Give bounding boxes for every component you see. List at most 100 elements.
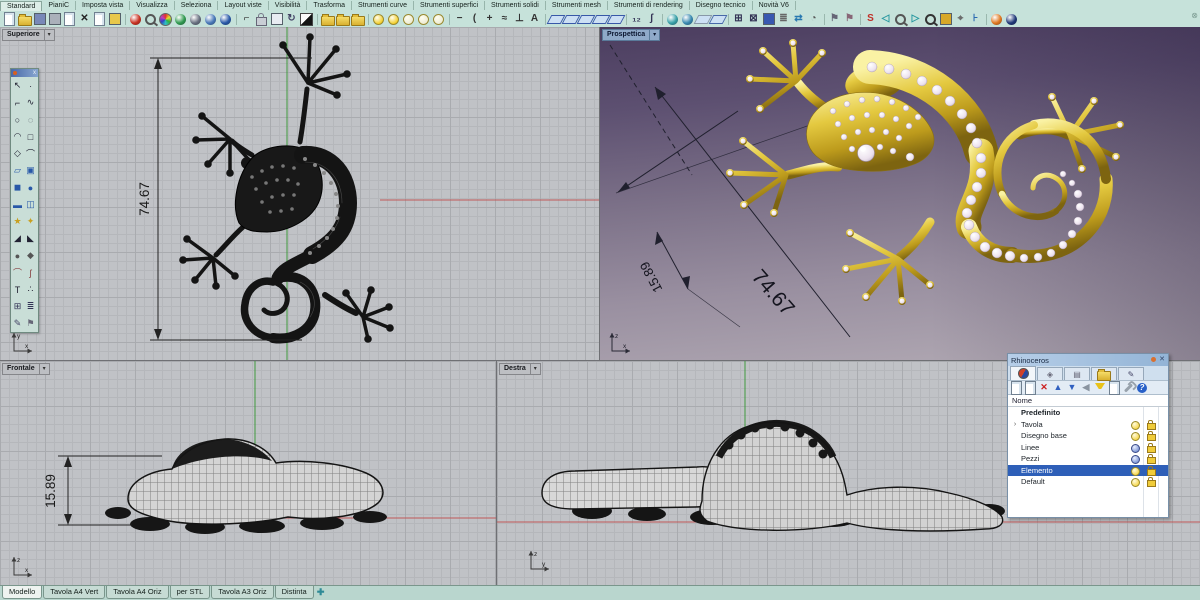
menu-item-strumenti-curve[interactable]: Strumenti curve [352, 1, 414, 10]
grid-snap-icon[interactable]: ⊞ [731, 12, 746, 27]
layer-row-elemento[interactable]: Elemento [1008, 465, 1168, 477]
tool-icon-3[interactable]: ∿ [24, 94, 37, 111]
plane-white-icon[interactable] [695, 12, 710, 27]
tool-icon-28[interactable]: ✎ [11, 315, 24, 332]
tool-icon-23[interactable]: ʃ [24, 264, 37, 281]
viewport-label-superiore[interactable]: Superiore ▾ [2, 29, 55, 41]
render-box-icon[interactable] [938, 12, 953, 27]
history-icon[interactable]: ◔ [806, 12, 821, 27]
lamp-off-1-icon[interactable] [401, 12, 416, 27]
help-icon[interactable]: ? [1135, 381, 1149, 394]
filter-funnel-icon[interactable] [1093, 381, 1107, 394]
tool-icon-19[interactable]: ◣ [24, 230, 37, 247]
main-tool-palette[interactable]: x ↖∙⌐∿○◌◠□◇⌒▱▣◼●▬◫★✦◢◣●◆⌒ʃT∴⊞≣✎⚑ [10, 68, 39, 333]
rhino-options-tab[interactable] [1010, 366, 1036, 380]
layer-expander-icon[interactable]: › [1011, 421, 1019, 428]
hide-objects-icon[interactable] [269, 12, 284, 27]
lock-objects-icon[interactable] [254, 12, 269, 27]
layer-visibility-bulb-icon[interactable] [1131, 432, 1140, 441]
tool-icon-25[interactable]: ∴ [24, 281, 37, 298]
viewport-label-destra[interactable]: Destra ▾ [499, 363, 541, 375]
rendered-viewport-icon[interactable] [218, 12, 233, 27]
tool-icon-6[interactable]: ◠ [11, 128, 24, 145]
tool-icon-15[interactable]: ◫ [24, 196, 37, 213]
add-layout-button[interactable]: ✚ [315, 586, 327, 598]
flag-2-icon[interactable]: ⚑ [842, 12, 857, 27]
tool-icon-22[interactable]: ⌒ [11, 264, 24, 281]
menu-item-layout-viste[interactable]: Layout viste [218, 1, 268, 10]
layer-folder-2-icon[interactable] [335, 12, 350, 27]
layer-visibility-bulb-icon[interactable] [1131, 444, 1140, 453]
solid-cube-icon[interactable] [761, 12, 776, 27]
tool-icon-0[interactable]: ↖ [11, 77, 24, 94]
menu-item-disegno-tecnico[interactable]: Disegno tecnico [690, 1, 753, 10]
polyline-select-icon[interactable]: ⌐ [239, 12, 254, 27]
color-wheel-icon[interactable] [158, 12, 173, 27]
layout-tab-tavola-a4-oriz[interactable]: Tavola A4 Oriz [106, 586, 168, 599]
layer-row-predefinito[interactable]: Predefinito [1008, 407, 1168, 419]
environment-sphere-icon[interactable] [1004, 12, 1019, 27]
material-orange-icon[interactable] [989, 12, 1004, 27]
tool-icon-10[interactable]: ▱ [11, 162, 24, 179]
sphere-teal-1-icon[interactable] [665, 12, 680, 27]
layer-visibility-bulb-icon[interactable] [1131, 421, 1140, 430]
tool-icon-27[interactable]: ≣ [24, 298, 37, 315]
viewport-prospettica[interactable]: 15.89 74.67 [600, 27, 1200, 361]
menu-item-strumenti-solidi[interactable]: Strumenti solidi [485, 1, 546, 10]
surface-plane-2-icon[interactable] [563, 12, 578, 27]
layer-tools-wrench-icon[interactable] [1121, 381, 1135, 394]
viewport-frontale[interactable]: 15.89 z x Frontale ▾ [0, 361, 497, 585]
surface-plane-1-icon[interactable] [548, 12, 563, 27]
surface-plane-3-icon[interactable] [578, 12, 593, 27]
panel-close-icon[interactable]: ✕ [1159, 354, 1165, 366]
tool-icon-29[interactable]: ⚑ [24, 315, 37, 332]
tool-icon-14[interactable]: ▬ [11, 196, 24, 213]
copy-to-clipboard-icon[interactable] [62, 12, 77, 27]
palette-close-icon[interactable]: x [33, 69, 36, 77]
tool-icon-11[interactable]: ▣ [24, 162, 37, 179]
layer-lock-icon[interactable] [1147, 423, 1156, 430]
zoom-out-icon[interactable] [893, 12, 908, 27]
move-layer-up-icon[interactable]: ▲ [1051, 381, 1065, 394]
menu-item-visibilit[interactable]: Visibilità [269, 1, 308, 10]
lamp-on-1-icon[interactable] [371, 12, 386, 27]
surface-plane-5-icon[interactable] [608, 12, 623, 27]
layer-row-default[interactable]: Default [1008, 476, 1168, 488]
viewport-superiore[interactable]: 74.67 y x Superiore ▾ [0, 27, 600, 361]
layer-lock-icon[interactable] [1147, 434, 1156, 441]
layout-tab-tavola-a3-oriz[interactable]: Tavola A3 Oriz [211, 586, 273, 599]
delete-icon[interactable]: ✕ [77, 12, 92, 27]
toolbar-close-icon[interactable]: ⊗ [1191, 11, 1198, 20]
layer-row-disegno-base[interactable]: Disegno base [1008, 430, 1168, 442]
close-window-icon[interactable]: ⊠ [746, 12, 761, 27]
gecko-model-front-view[interactable] [105, 439, 387, 534]
offset-curve-icon[interactable]: − [452, 12, 467, 27]
lamp-off-3-icon[interactable] [431, 12, 446, 27]
copy-icon[interactable] [92, 12, 107, 27]
menu-item-trasforma[interactable]: Trasforma [307, 1, 352, 10]
menu-item-visualizza[interactable]: Visualizza [130, 1, 174, 10]
layer-visibility-bulb-icon[interactable] [1131, 455, 1140, 464]
files-tab[interactable] [1091, 367, 1117, 380]
menu-item-novit-v6[interactable]: Novità V6 [753, 1, 796, 10]
lamp-off-2-icon[interactable] [416, 12, 431, 27]
menu-item-strumenti-superfici[interactable]: Strumenti superfici [414, 1, 485, 10]
zoom-in-icon[interactable] [923, 12, 938, 27]
step-back-icon[interactable]: ◁ [878, 12, 893, 27]
tool-icon-5[interactable]: ◌ [24, 111, 37, 128]
open-file-icon[interactable] [17, 12, 32, 27]
tool-icon-24[interactable]: T [11, 281, 24, 298]
gecko-model-rendered[interactable] [726, 39, 1124, 305]
rotate-view-icon[interactable]: ↻ [284, 12, 299, 27]
tool-icon-4[interactable]: ○ [11, 111, 24, 128]
tool-icon-1[interactable]: ∙ [24, 77, 37, 94]
layers-panel-titlebar[interactable]: Rhinoceros ✕ [1008, 354, 1168, 366]
turntable-icon[interactable]: ⌖ [953, 12, 968, 27]
pen-tab[interactable]: ✎ [1118, 367, 1144, 380]
step-forward-icon[interactable]: ▷ [908, 12, 923, 27]
trim-icon[interactable]: + [482, 12, 497, 27]
layer-lock-icon[interactable] [1147, 480, 1156, 487]
surface-plane-4-icon[interactable] [593, 12, 608, 27]
match-curve-icon[interactable]: ≈ [497, 12, 512, 27]
duplicate-layer-icon[interactable] [1023, 381, 1037, 394]
